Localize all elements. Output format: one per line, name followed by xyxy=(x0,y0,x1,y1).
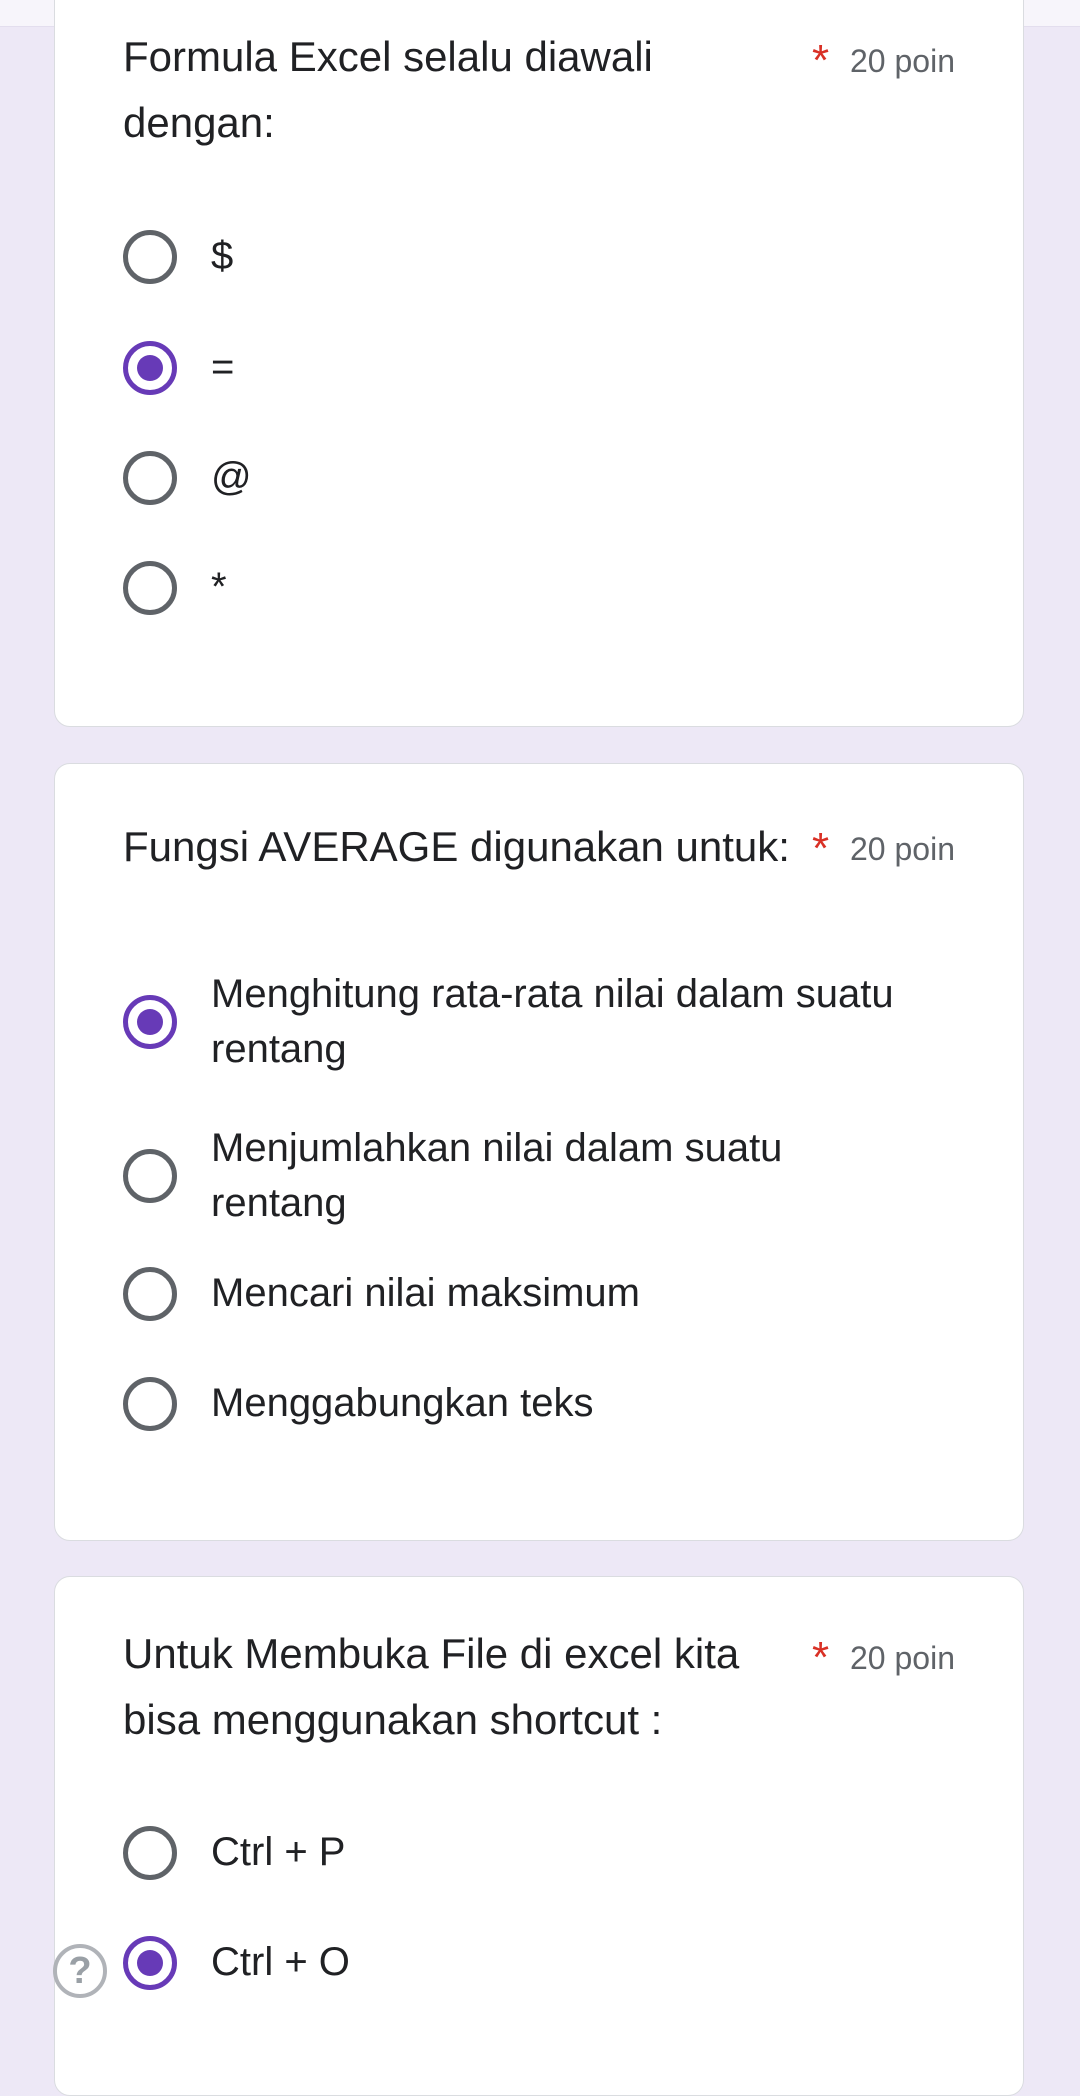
radio-button[interactable] xyxy=(123,230,177,284)
required-asterisk: * xyxy=(812,36,830,85)
required-asterisk: * xyxy=(812,1633,830,1682)
points-label: 20 poin xyxy=(850,43,955,79)
option-ctrl-p[interactable]: Ctrl + P xyxy=(123,1823,963,1883)
required-asterisk: * xyxy=(812,824,830,873)
option-label: * xyxy=(211,565,227,609)
option-label: = xyxy=(211,345,235,389)
option-equals[interactable]: = xyxy=(123,338,963,398)
option-label: Menjumlahkan nilai dalam suatu rentang xyxy=(211,1126,783,1225)
question-title: Fungsi AVERAGE digunakan untuk: xyxy=(123,823,790,870)
radio-button-selected[interactable] xyxy=(123,341,177,395)
option-label: Menggabungkan teks xyxy=(211,1381,594,1425)
question-card-average: Fungsi AVERAGE digunakan untuk: * 20 poi… xyxy=(54,763,1024,1541)
question-mark-icon[interactable]: ? xyxy=(53,1944,107,1998)
radio-button-selected[interactable] xyxy=(123,1936,177,1990)
radio-button[interactable] xyxy=(123,1149,177,1203)
option-concat[interactable]: Menggabungkan teks xyxy=(123,1374,963,1434)
radio-button[interactable] xyxy=(123,451,177,505)
option-label: Ctrl + O xyxy=(211,1940,350,1984)
question-title: Formula Excel selalu diawali dengan: xyxy=(123,33,653,146)
option-dollar[interactable]: $ xyxy=(123,227,963,287)
option-max[interactable]: Mencari nilai maksimum xyxy=(123,1264,963,1324)
radio-button-selected[interactable] xyxy=(123,995,177,1049)
option-sum[interactable]: Menjumlahkan nilai dalam suatu rentang xyxy=(123,1121,963,1231)
radio-button[interactable] xyxy=(123,561,177,615)
points-label: 20 poin xyxy=(850,831,955,867)
question-card-formula: Formula Excel selalu diawali dengan: * 2… xyxy=(54,0,1024,727)
radio-button[interactable] xyxy=(123,1826,177,1880)
question-card-shortcut: Untuk Membuka File di excel kita bisa me… xyxy=(54,1576,1024,2096)
option-at[interactable]: @ xyxy=(123,448,963,508)
points-label: 20 poin xyxy=(850,1640,955,1676)
question-title: Untuk Membuka File di excel kita bisa me… xyxy=(123,1630,740,1743)
option-label: Mencari nilai maksimum xyxy=(211,1271,640,1315)
option-label: Menghitung rata-rata nilai dalam suatu r… xyxy=(211,972,894,1071)
option-label: @ xyxy=(211,455,252,499)
option-label: $ xyxy=(211,234,234,278)
radio-button[interactable] xyxy=(123,1267,177,1321)
option-average[interactable]: Menghitung rata-rata nilai dalam suatu r… xyxy=(123,967,963,1077)
option-ctrl-o[interactable]: Ctrl + O xyxy=(123,1933,963,1993)
option-label: Ctrl + P xyxy=(211,1830,346,1874)
radio-button[interactable] xyxy=(123,1377,177,1431)
option-asterisk[interactable]: * xyxy=(123,558,963,618)
